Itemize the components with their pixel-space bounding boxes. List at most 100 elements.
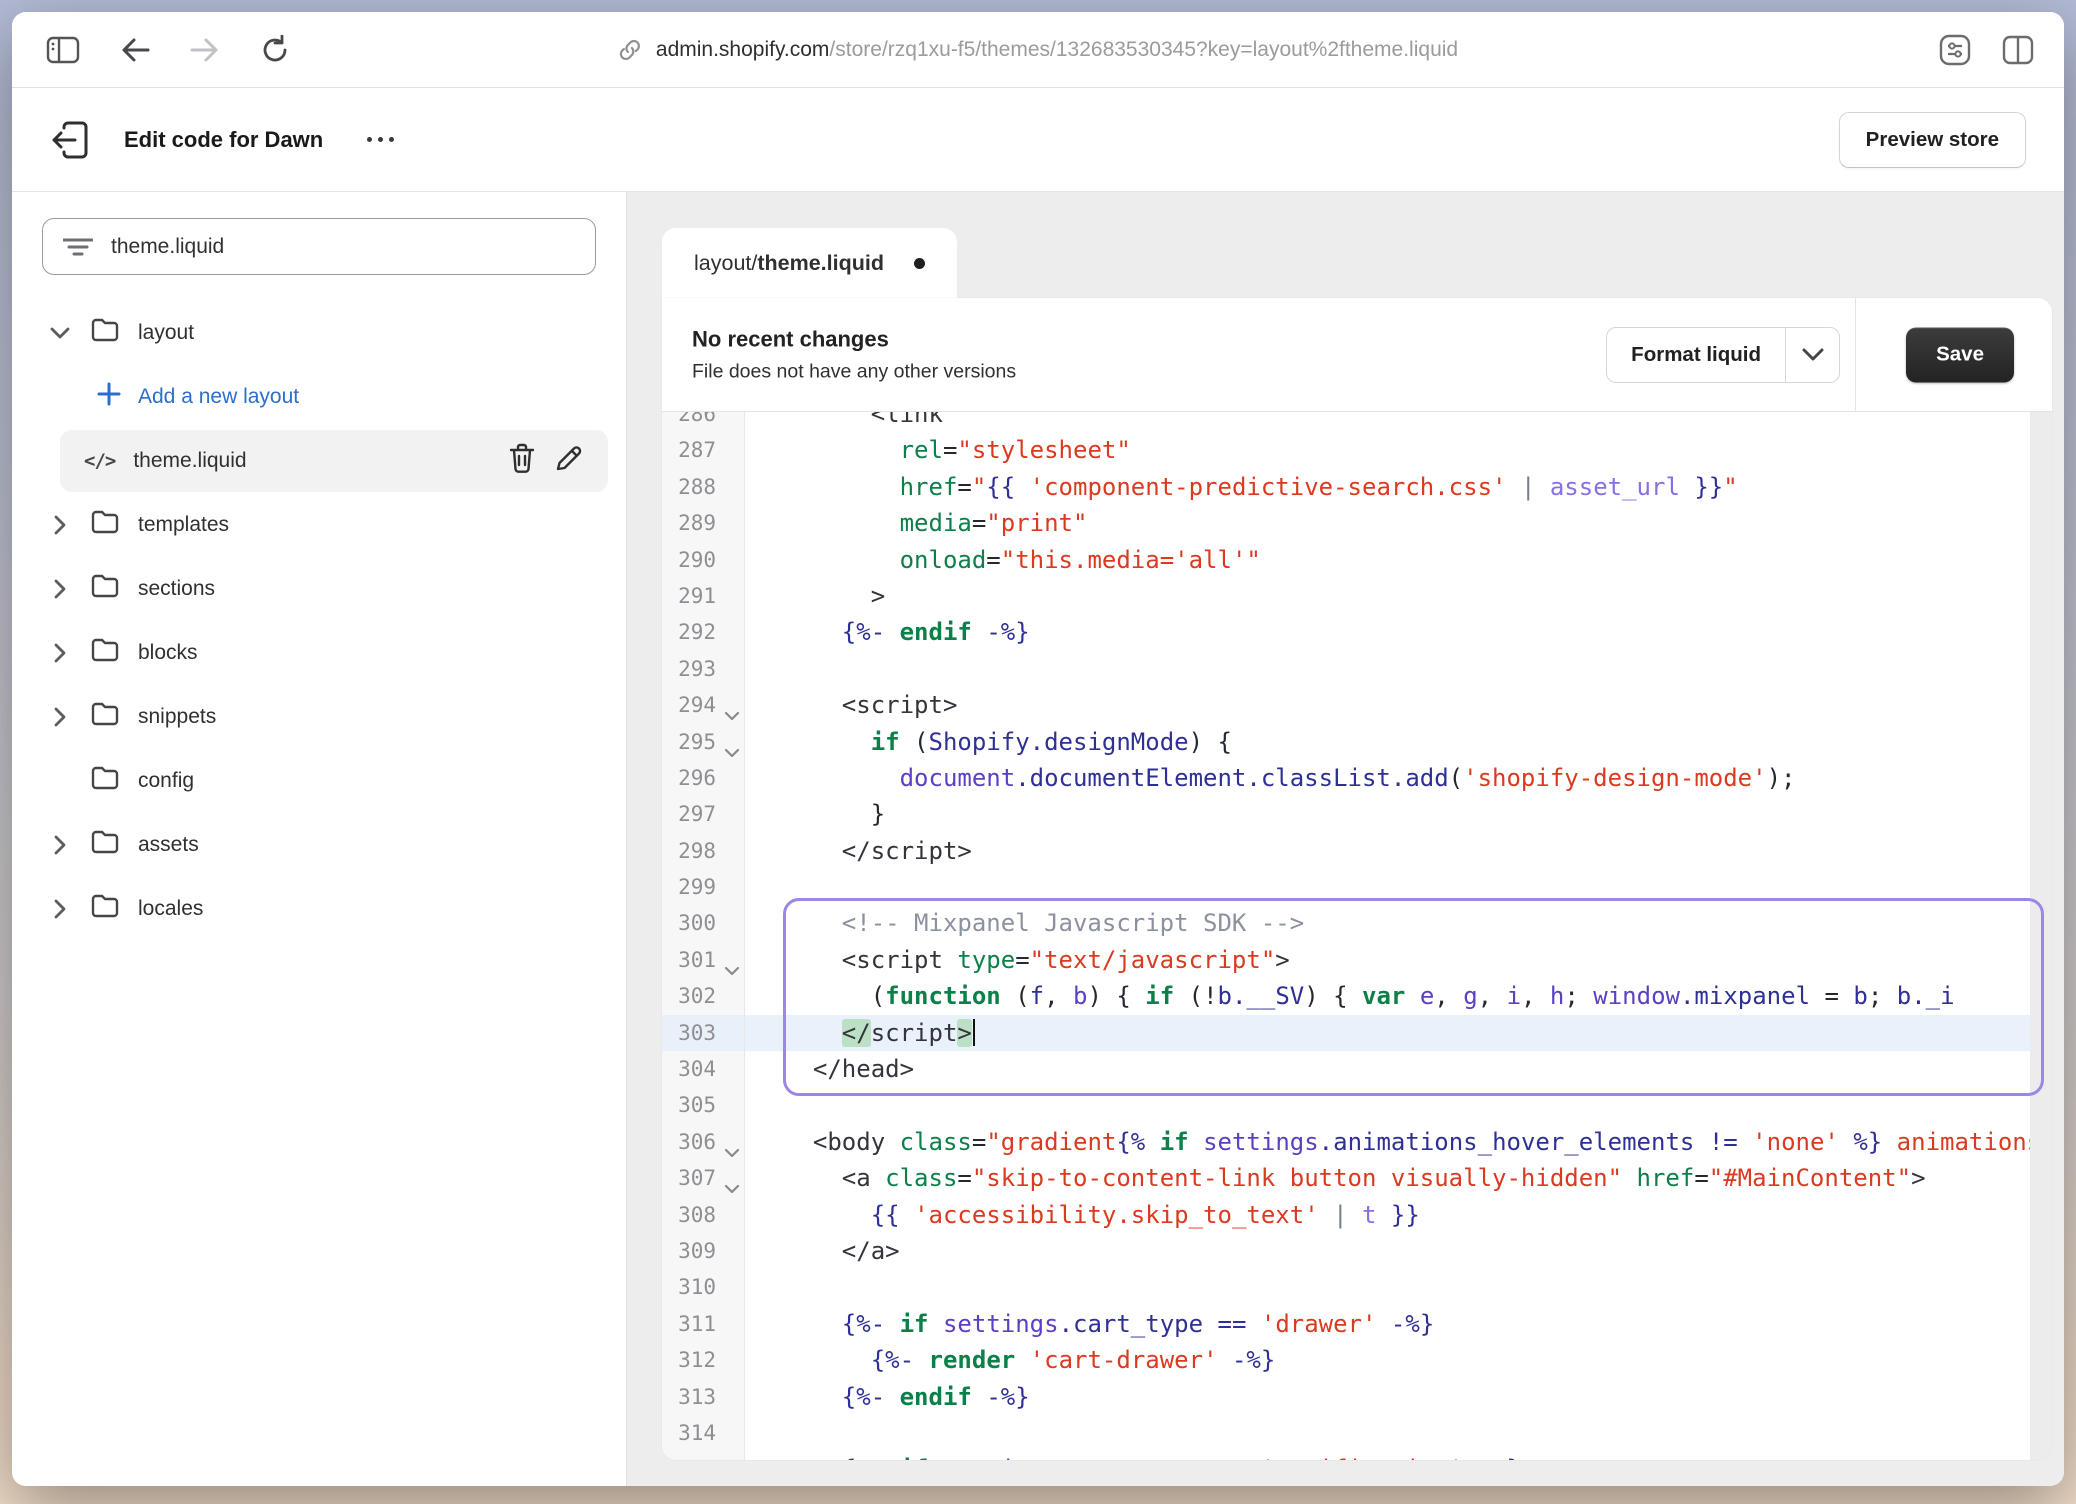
code-line[interactable]: {%- if settings.cart_type == 'drawer' -%… <box>745 1306 2030 1342</box>
line-number: 309 <box>662 1233 744 1269</box>
code-line[interactable]: <script> <box>745 687 2030 723</box>
line-number: 314 <box>662 1415 744 1451</box>
edit-file-icon[interactable] <box>554 443 584 479</box>
code-line[interactable]: document.documentElement.classList.add('… <box>745 760 2030 796</box>
tab-theme-liquid[interactable]: layout/theme.liquid <box>662 228 957 298</box>
save-button[interactable]: Save <box>1906 327 2014 382</box>
folder-icon <box>90 317 120 349</box>
sidebar-folder-assets[interactable]: assets <box>12 813 626 877</box>
code-line[interactable] <box>745 1087 2030 1123</box>
line-number: 299 <box>662 869 744 905</box>
chevron-down-icon[interactable] <box>48 327 72 340</box>
code-line[interactable]: href="{{ 'component-predictive-search.cs… <box>745 469 2030 505</box>
code-editor: 2862872882892902912922932942952962972982… <box>662 412 2052 1460</box>
folder-label: assets <box>138 833 199 857</box>
sidebar-folder-blocks[interactable]: blocks <box>12 621 626 685</box>
line-number: 310 <box>662 1269 744 1305</box>
address-bar[interactable]: admin.shopify.com/store/rzq1xu-f5/themes… <box>618 12 1458 87</box>
line-number: 290 <box>662 542 744 578</box>
file-search-input[interactable] <box>109 234 575 260</box>
format-liquid-label: Format liquid <box>1607 328 1785 382</box>
format-options-toggle[interactable] <box>1785 328 1839 382</box>
sidebar-folder-sections[interactable]: sections <box>12 557 626 621</box>
chevron-right-icon[interactable] <box>48 643 72 663</box>
browser-window: admin.shopify.com/store/rzq1xu-f5/themes… <box>12 12 2064 1486</box>
code-line[interactable]: <script type="text/javascript"> <box>745 942 2030 978</box>
folder-icon <box>90 893 120 925</box>
code-line[interactable]: (function (f, b) { if (!b.__SV) { var e,… <box>745 978 2030 1014</box>
folder-label: blocks <box>138 641 198 665</box>
line-number: 300 <box>662 905 744 941</box>
line-number: 293 <box>662 651 744 687</box>
code-line[interactable]: } <box>745 796 2030 832</box>
file-label: theme.liquid <box>133 449 246 473</box>
code-line[interactable]: {%- endif -%} <box>745 1379 2030 1415</box>
sidebar-folder-config[interactable]: config <box>12 749 626 813</box>
code-line[interactable]: </head> <box>745 1051 2030 1087</box>
code-line[interactable]: {%- if settings.cart_type == 'notificati… <box>745 1451 2030 1460</box>
exit-icon[interactable] <box>50 121 90 159</box>
reload-icon[interactable] <box>260 35 290 65</box>
sidebar-toggle-icon[interactable] <box>46 35 80 65</box>
preview-store-button[interactable]: Preview store <box>1839 112 2026 168</box>
code-line[interactable]: <!-- Mixpanel Javascript SDK --> <box>745 905 2030 941</box>
chevron-right-icon[interactable] <box>48 579 72 599</box>
line-number: 302 <box>662 978 744 1014</box>
editor-card: No recent changes File does not have any… <box>662 298 2052 1460</box>
sidebar-folder-snippets[interactable]: snippets <box>12 685 626 749</box>
file-tree: layoutAdd a new layout</>theme.liquid tem… <box>12 301 626 941</box>
code-line[interactable]: onload="this.media='all'" <box>745 542 2030 578</box>
line-number: 312 <box>662 1342 744 1378</box>
folder-icon <box>90 637 120 669</box>
sidebar-folder-layout[interactable]: layout <box>12 301 626 365</box>
delete-file-icon[interactable] <box>508 443 536 479</box>
code-line[interactable]: </a> <box>745 1233 2030 1269</box>
forward-icon[interactable] <box>190 37 220 63</box>
tab-dir-label: layout/ <box>694 251 757 275</box>
code-line[interactable]: <link <box>745 412 2030 432</box>
back-icon[interactable] <box>120 37 150 63</box>
chevron-right-icon[interactable] <box>48 899 72 919</box>
line-number: 306 <box>662 1124 744 1160</box>
chevron-right-icon[interactable] <box>48 515 72 535</box>
editor-area: layout/theme.liquid No recent changes Fi… <box>627 192 2064 1486</box>
sidebar-folder-locales[interactable]: locales <box>12 877 626 941</box>
line-number: 286 <box>662 412 744 432</box>
folder-label: templates <box>138 513 229 537</box>
split-view-icon[interactable] <box>2002 35 2034 65</box>
url-path: /store/rzq1xu-f5/themes/132683530345?key… <box>829 38 1458 61</box>
code-line[interactable]: rel="stylesheet" <box>745 432 2030 468</box>
code-line[interactable]: </script> <box>745 1015 2030 1051</box>
code-line[interactable]: </script> <box>745 833 2030 869</box>
more-actions-icon[interactable] <box>367 137 394 142</box>
line-number: 298 <box>662 833 744 869</box>
add-new-layout-link[interactable]: Add a new layout <box>12 365 626 429</box>
code-line[interactable] <box>745 1269 2030 1305</box>
sidebar-folder-templates[interactable]: templates <box>12 493 626 557</box>
folder-label: config <box>138 769 194 793</box>
code-line[interactable]: {%- endif -%} <box>745 614 2030 650</box>
file-filter[interactable] <box>42 218 596 275</box>
plus-icon <box>96 381 122 413</box>
file-sidebar: layoutAdd a new layout</>theme.liquid tem… <box>12 192 627 1486</box>
code-line[interactable]: media="print" <box>745 505 2030 541</box>
code-line[interactable]: {%- render 'cart-drawer' -%} <box>745 1342 2030 1378</box>
code-line[interactable]: {{ 'accessibility.skip_to_text' | t }} <box>745 1197 2030 1233</box>
folder-label: snippets <box>138 705 216 729</box>
code-line[interactable]: if (Shopify.designMode) { <box>745 724 2030 760</box>
code-line[interactable]: <a class="skip-to-content-link button vi… <box>745 1160 2030 1196</box>
line-number: 301 <box>662 942 744 978</box>
code-line[interactable]: > <box>745 578 2030 614</box>
code-line[interactable]: <body class="gradient{% if settings.anim… <box>745 1124 2030 1160</box>
sidebar-item-theme-liquid[interactable]: </>theme.liquid <box>60 430 608 492</box>
scrollbar-track[interactable] <box>2030 412 2052 1460</box>
chevron-right-icon[interactable] <box>48 835 72 855</box>
page-settings-icon[interactable] <box>1938 34 1972 66</box>
code-line[interactable] <box>745 869 2030 905</box>
code-line[interactable] <box>745 1415 2030 1451</box>
code-content[interactable]: <link rel="stylesheet" href="{{ 'compone… <box>745 412 2030 1460</box>
line-number: 313 <box>662 1379 744 1415</box>
chevron-right-icon[interactable] <box>48 707 72 727</box>
code-line[interactable] <box>745 651 2030 687</box>
format-liquid-button[interactable]: Format liquid <box>1606 327 1840 383</box>
